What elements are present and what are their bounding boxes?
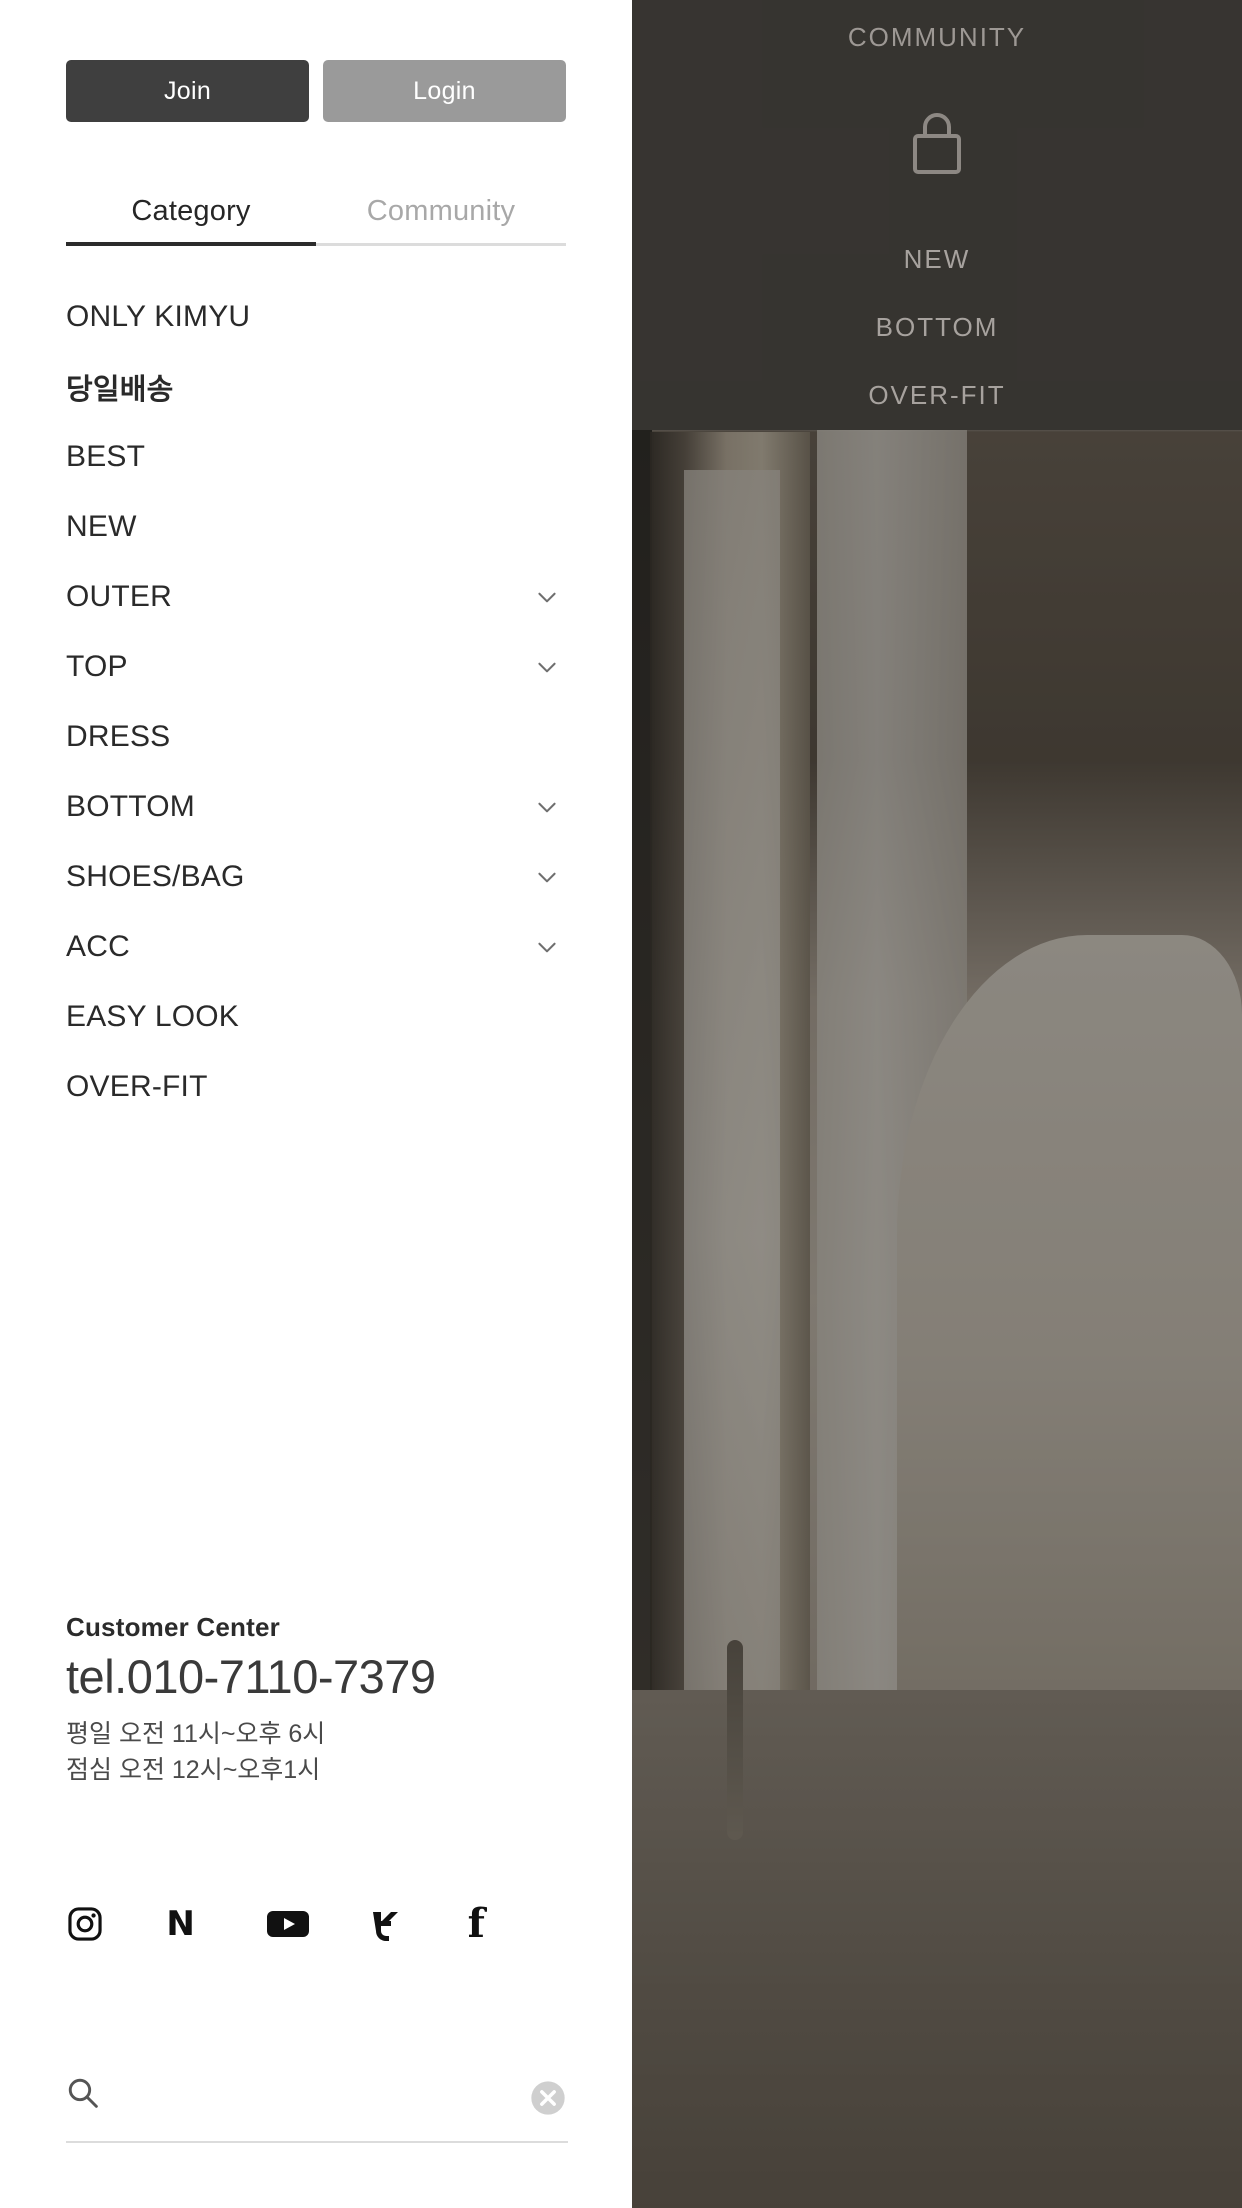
- clear-search-icon[interactable]: [528, 2078, 568, 2118]
- hours-weekday: 평일 오전 11시~오후 6시: [66, 1720, 326, 1748]
- search-divider: [66, 2141, 568, 2143]
- join-button[interactable]: Join: [66, 60, 309, 122]
- category-item-shoes-bag[interactable]: SHOES/BAG: [66, 842, 568, 912]
- chevron-down-icon: [534, 654, 560, 680]
- tab-active-indicator: [66, 242, 316, 246]
- category-item-label: NEW: [66, 510, 137, 543]
- category-item-label: TOP: [66, 650, 128, 683]
- customer-center-phone[interactable]: tel.010-7110-7379: [66, 1653, 568, 1700]
- naver-icon[interactable]: N: [166, 1907, 266, 1941]
- customer-center-hours: 평일 오전 11시~오후 6시 점심 오전 12시~오후1시: [66, 1716, 568, 1789]
- category-item-dress[interactable]: DRESS: [66, 702, 568, 772]
- drawer-tab-bar: Category Community: [66, 178, 566, 244]
- hours-lunch: 점심 오전 12시~오후1시: [66, 1756, 321, 1785]
- side-menu-drawer: Join Login Category Community ONLY KIMYU…: [0, 0, 632, 2208]
- tab-community[interactable]: Community: [316, 178, 566, 244]
- chevron-down-icon: [534, 794, 560, 820]
- category-item-label: OVER-FIT: [66, 1070, 208, 1103]
- youtube-icon[interactable]: [266, 1909, 367, 1939]
- category-item-new[interactable]: NEW: [66, 492, 568, 562]
- background-nav-community[interactable]: COMMUNITY: [632, 22, 1242, 53]
- chevron-down-icon: [534, 584, 560, 610]
- search-bar: [66, 2062, 568, 2143]
- search-input[interactable]: [118, 2068, 522, 2118]
- category-item-label: DRESS: [66, 720, 171, 753]
- background-nav-link-bottom[interactable]: BOTTOM: [632, 312, 1242, 343]
- auth-button-row: Join Login: [66, 60, 566, 122]
- category-item-label: EASY LOOK: [66, 1000, 239, 1033]
- category-item-only-kimyu[interactable]: ONLY KIMYU: [66, 282, 568, 352]
- category-item-top[interactable]: TOP: [66, 632, 568, 702]
- category-item-label: OUTER: [66, 580, 172, 613]
- naver-glyph: N: [166, 1904, 195, 1944]
- login-button[interactable]: Login: [323, 60, 566, 122]
- category-list: ONLY KIMYU 당일배송 BEST NEW OUTER TOP DRESS BOTTOM…: [66, 282, 568, 1122]
- tab-category[interactable]: Category: [66, 178, 316, 244]
- background-nav-link-over-fit[interactable]: OVER-FIT: [632, 380, 1242, 411]
- category-item-best[interactable]: BEST: [66, 422, 568, 492]
- category-item-[interactable]: 당일배송: [66, 352, 568, 422]
- category-item-label: SHOES/BAG: [66, 860, 245, 893]
- chevron-down-icon: [534, 864, 560, 890]
- tab-underline-track: [66, 242, 566, 246]
- search-icon: [66, 2076, 100, 2115]
- category-item-label: 당일배송: [66, 374, 174, 406]
- customer-center-title: Customer Center: [66, 1612, 280, 1642]
- category-item-label: ACC: [66, 930, 130, 963]
- category-item-label: BOTTOM: [66, 790, 195, 823]
- social-links-row: N f: [66, 1895, 568, 1953]
- category-item-easy-look[interactable]: EASY LOOK: [66, 982, 568, 1052]
- instagram-icon[interactable]: [66, 1905, 166, 1943]
- twitter-icon[interactable]: [367, 1906, 467, 1942]
- lock-icon: [632, 110, 1242, 176]
- background-nav-link-new[interactable]: NEW: [632, 244, 1242, 275]
- facebook-glyph: f: [467, 1900, 485, 1947]
- category-item-label: BEST: [66, 440, 146, 473]
- category-item-over-fit[interactable]: OVER-FIT: [66, 1052, 568, 1122]
- category-item-bottom[interactable]: BOTTOM: [66, 772, 568, 842]
- chevron-down-icon: [534, 934, 560, 960]
- category-item-acc[interactable]: ACC: [66, 912, 568, 982]
- background-site-nav: COMMUNITY NEW BOTTOM OVER-FIT: [632, 0, 1242, 430]
- facebook-icon[interactable]: f: [468, 1904, 568, 1944]
- customer-center-block: Customer Center tel.010-7110-7379 평일 오전 …: [66, 1612, 568, 1789]
- category-item-outer[interactable]: OUTER: [66, 562, 568, 632]
- category-item-label: ONLY KIMYU: [66, 300, 251, 333]
